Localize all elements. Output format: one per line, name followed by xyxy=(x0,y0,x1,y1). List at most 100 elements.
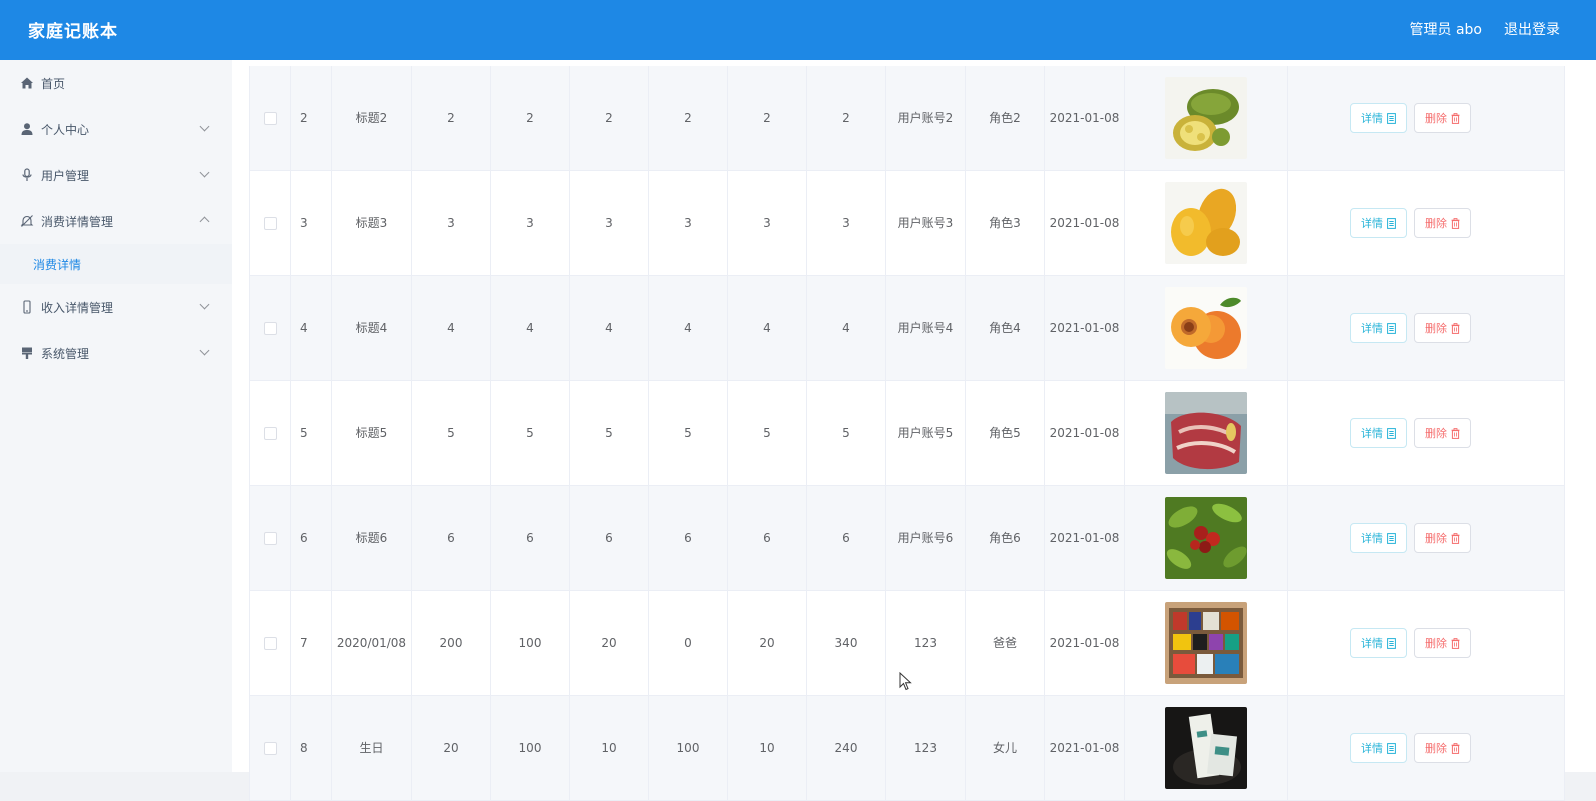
amount-cell: 5 xyxy=(649,381,728,485)
mobile-icon xyxy=(20,300,34,314)
amount-cell: 5 xyxy=(807,381,886,485)
delete-button[interactable]: 删除 xyxy=(1414,103,1471,133)
detail-label: 详情 xyxy=(1361,217,1383,230)
document-icon xyxy=(1387,112,1396,124)
delete-button[interactable]: 删除 xyxy=(1414,418,1471,448)
date-cell: 2021-01-08 xyxy=(1045,696,1125,800)
sidebar-item-income[interactable]: 收入详情管理 xyxy=(0,284,232,330)
chevron-down-icon xyxy=(199,167,210,178)
image-cell xyxy=(1125,276,1288,380)
main-content: 2 标题2 2 2 2 2 2 2 用户账号2 角色2 2021-01-08 详情 删除 3 标题3 3 3 3 3… xyxy=(232,60,1596,801)
title-cell: 标题5 xyxy=(332,381,412,485)
amount-cell: 240 xyxy=(807,696,886,800)
amount-cell: 4 xyxy=(807,276,886,380)
amount-cell: 100 xyxy=(649,696,728,800)
amount-cell: 4 xyxy=(412,276,491,380)
sidebar-item-expense[interactable]: 消费详情管理 xyxy=(0,198,232,244)
date-cell: 2021-01-08 xyxy=(1045,66,1125,170)
sidebar-item-label: 收入详情管理 xyxy=(41,300,114,315)
delete-button[interactable]: 删除 xyxy=(1414,523,1471,553)
image-cell xyxy=(1125,66,1288,170)
detail-label: 详情 xyxy=(1361,637,1383,650)
index-cell: 8 xyxy=(291,696,332,800)
amount-cell: 4 xyxy=(570,276,649,380)
image-cell xyxy=(1125,381,1288,485)
row-checkbox[interactable] xyxy=(263,111,277,125)
table-row: 4 标题4 4 4 4 4 4 4 用户账号4 角色4 2021-01-08 详情 删除 xyxy=(250,276,1564,381)
sidebar-item-users[interactable]: 用户管理 xyxy=(0,152,232,198)
delete-button[interactable]: 删除 xyxy=(1414,628,1471,658)
gift-box-image xyxy=(1165,707,1247,789)
index-cell: 6 xyxy=(291,486,332,590)
row-checkbox[interactable] xyxy=(263,636,277,650)
logout-link[interactable]: 退出登录 xyxy=(1504,19,1560,39)
amount-cell: 5 xyxy=(491,381,570,485)
sidebar: 首页 个人中心 用户管理 消费详情管理 消费详情 收入详情管理 系统管理 xyxy=(0,60,232,772)
top-right-links: 管理员 abo 退出登录 xyxy=(1410,19,1560,39)
detail-button[interactable]: 详情 xyxy=(1350,208,1407,238)
row-checkbox[interactable] xyxy=(263,426,277,440)
actions-cell: 详情 删除 xyxy=(1288,591,1533,695)
row-checkbox[interactable] xyxy=(263,216,277,230)
amount-cell: 5 xyxy=(412,381,491,485)
detail-button[interactable]: 详情 xyxy=(1350,418,1407,448)
detail-button[interactable]: 详情 xyxy=(1350,523,1407,553)
apricot-image xyxy=(1165,287,1247,369)
amount-cell: 6 xyxy=(807,486,886,590)
index-cell: 7 xyxy=(291,591,332,695)
role-cell: 角色3 xyxy=(966,171,1045,275)
detail-button[interactable]: 详情 xyxy=(1350,733,1407,763)
row-checkbox[interactable] xyxy=(263,321,277,335)
amount-cell: 2 xyxy=(728,66,807,170)
image-cell xyxy=(1125,696,1288,800)
role-cell: 女儿 xyxy=(966,696,1045,800)
detail-button[interactable]: 详情 xyxy=(1350,628,1407,658)
sidebar-item-system[interactable]: 系统管理 xyxy=(0,330,232,376)
trash-icon xyxy=(1451,637,1460,649)
amount-cell: 2 xyxy=(412,66,491,170)
detail-label: 详情 xyxy=(1361,427,1383,440)
sidebar-subitem-expense-detail[interactable]: 消费详情 xyxy=(0,244,232,284)
meat-image xyxy=(1165,392,1247,474)
delete-label: 删除 xyxy=(1425,637,1447,650)
app-title: 家庭记账本 xyxy=(28,22,118,42)
row-checkbox[interactable] xyxy=(263,531,277,545)
image-cell xyxy=(1125,591,1288,695)
document-icon xyxy=(1387,742,1396,754)
document-icon xyxy=(1387,637,1396,649)
mango-image xyxy=(1165,182,1247,264)
date-cell: 2021-01-08 xyxy=(1045,591,1125,695)
title-cell: 标题6 xyxy=(332,486,412,590)
sidebar-item-label: 个人中心 xyxy=(41,122,90,137)
delete-label: 删除 xyxy=(1425,742,1447,755)
delete-button[interactable]: 删除 xyxy=(1414,313,1471,343)
actions-cell: 详情 删除 xyxy=(1288,486,1533,590)
row-select-cell xyxy=(250,591,291,695)
sidebar-item-home[interactable]: 首页 xyxy=(0,60,232,106)
amount-cell: 10 xyxy=(728,696,807,800)
actions-cell: 详情 删除 xyxy=(1288,696,1533,800)
delete-button[interactable]: 删除 xyxy=(1414,208,1471,238)
amount-cell: 6 xyxy=(491,486,570,590)
role-cell: 角色4 xyxy=(966,276,1045,380)
actions-cell: 详情 删除 xyxy=(1288,66,1533,170)
account-cell: 用户账号6 xyxy=(886,486,966,590)
delete-button[interactable]: 删除 xyxy=(1414,733,1471,763)
sidebar-item-profile[interactable]: 个人中心 xyxy=(0,106,232,152)
sidebar-item-label: 用户管理 xyxy=(41,168,90,183)
detail-label: 详情 xyxy=(1361,112,1383,125)
amount-cell: 2 xyxy=(570,66,649,170)
account-cell: 123 xyxy=(886,591,966,695)
chevron-up-icon xyxy=(199,216,210,227)
detail-button[interactable]: 详情 xyxy=(1350,103,1407,133)
index-cell: 3 xyxy=(291,171,332,275)
user-icon xyxy=(20,122,34,136)
amount-cell: 5 xyxy=(570,381,649,485)
detail-button[interactable]: 详情 xyxy=(1350,313,1407,343)
table-row: 2 标题2 2 2 2 2 2 2 用户账号2 角色2 2021-01-08 详情 删除 xyxy=(250,66,1564,171)
title-cell: 标题2 xyxy=(332,66,412,170)
row-checkbox[interactable] xyxy=(263,741,277,755)
current-user[interactable]: 管理员 abo xyxy=(1410,19,1482,39)
document-icon xyxy=(1387,427,1396,439)
amount-cell: 5 xyxy=(728,381,807,485)
